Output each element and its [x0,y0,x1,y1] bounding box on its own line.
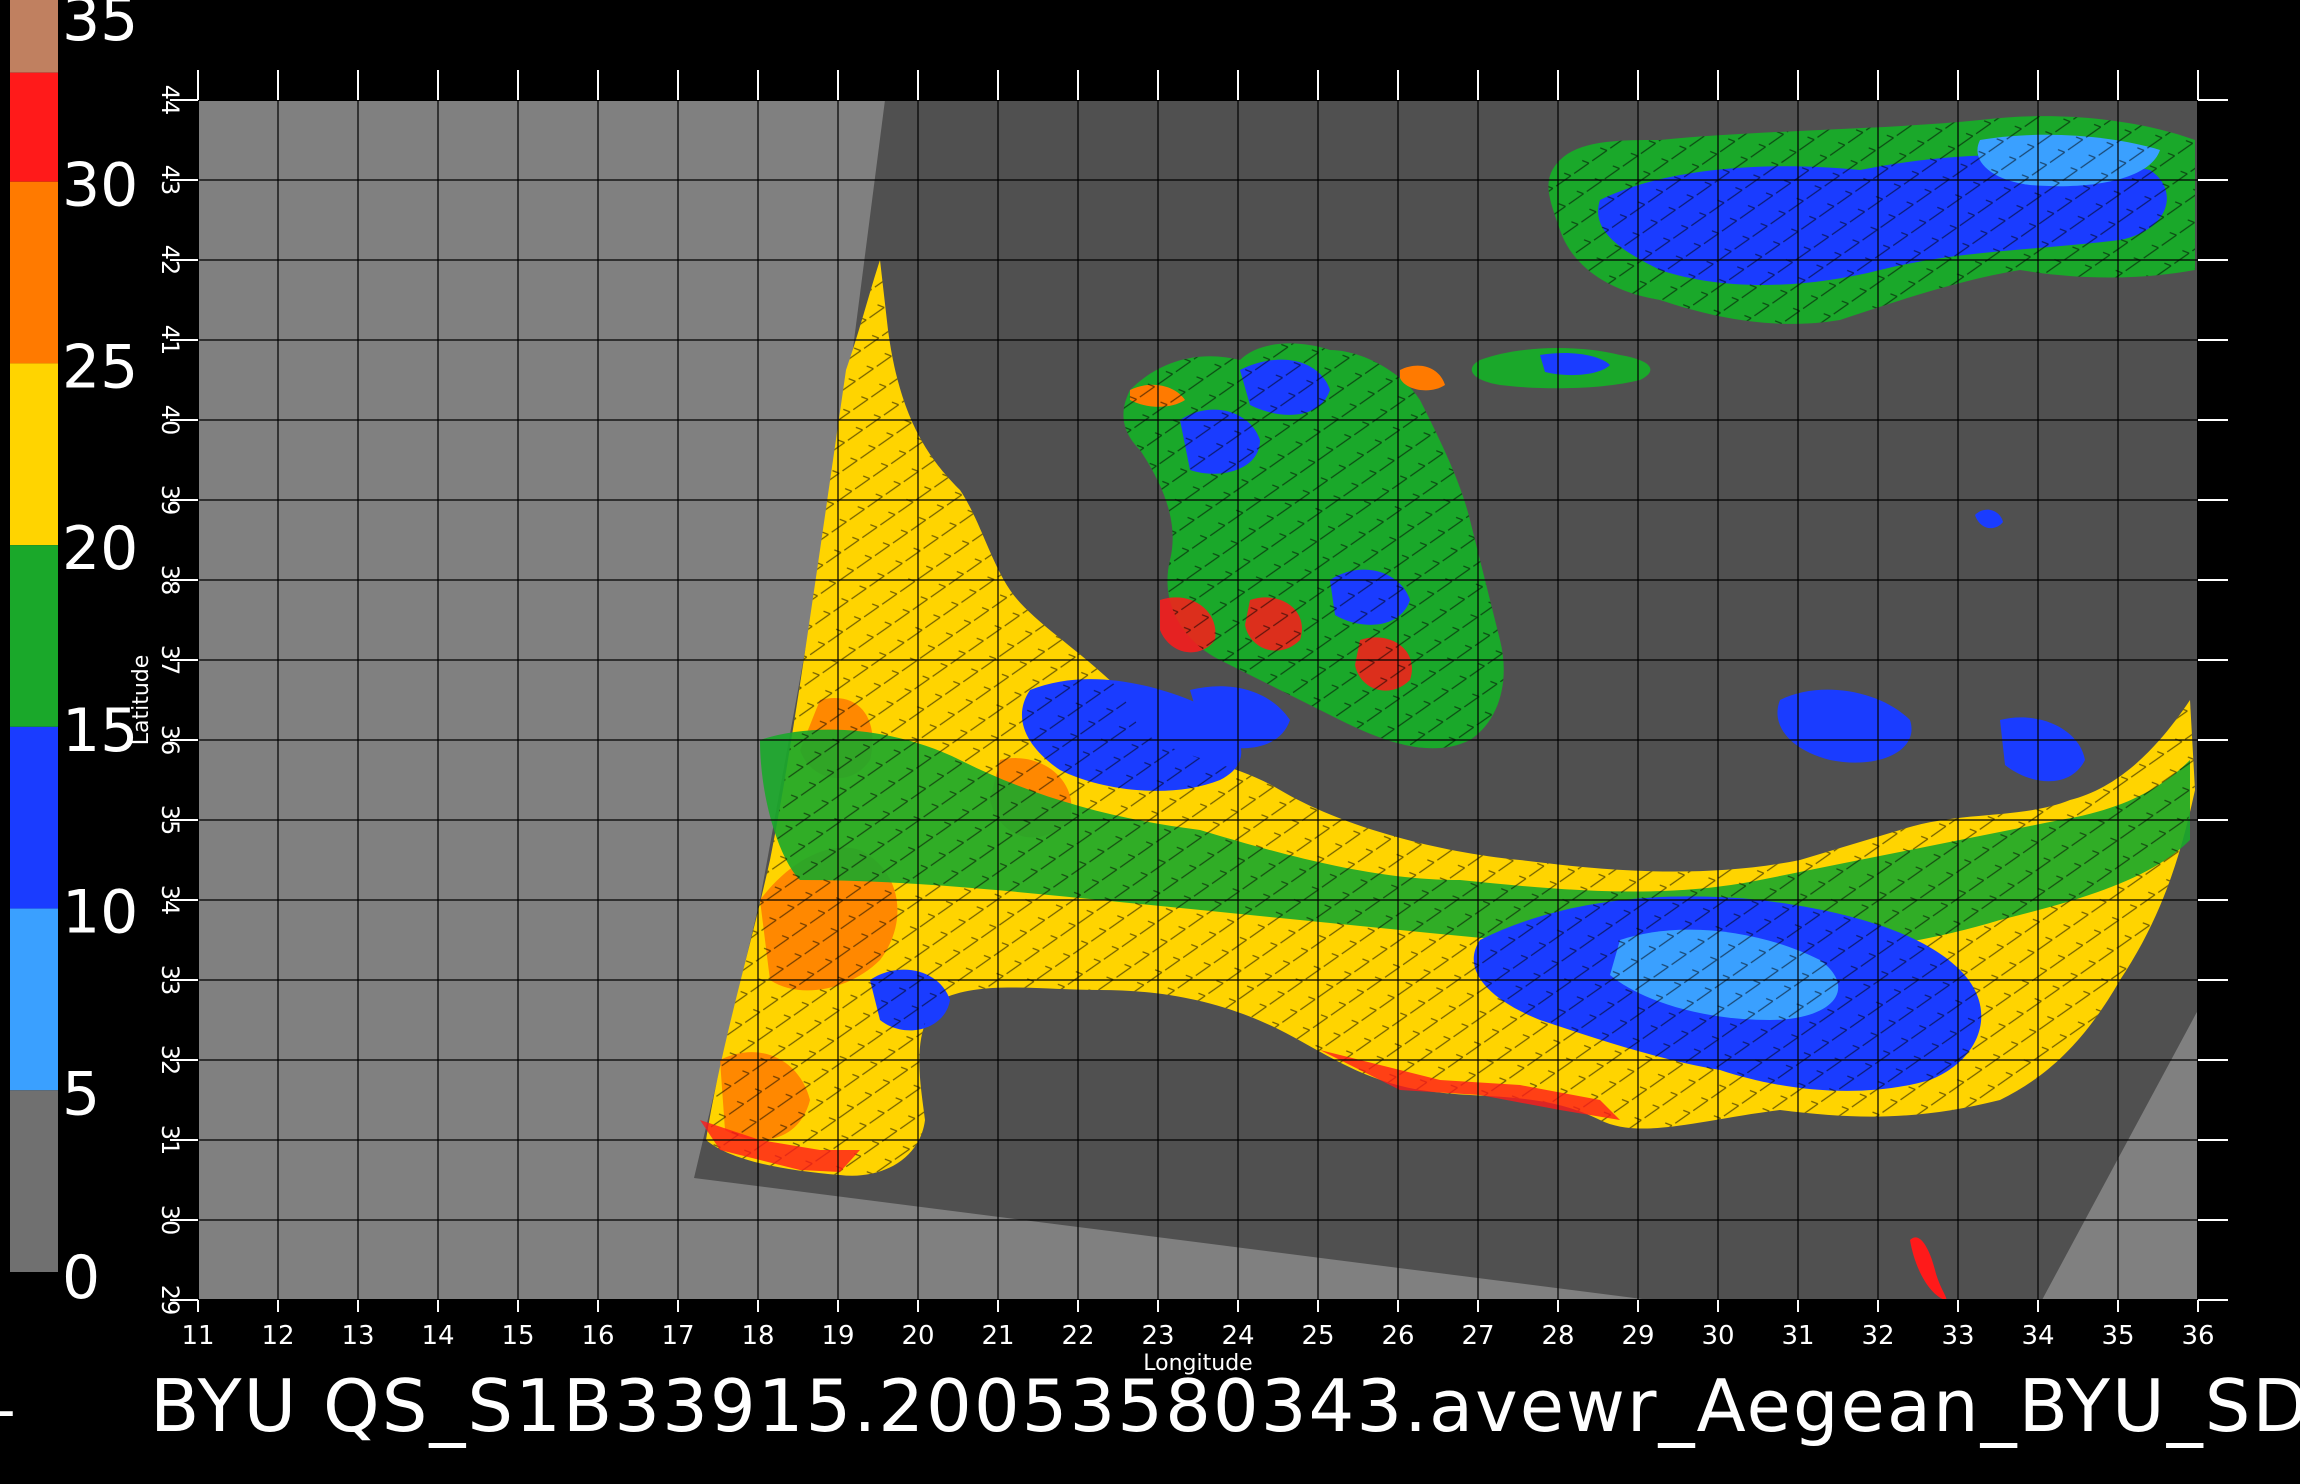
x-tick-label-21: 21 [981,1321,1014,1351]
y-tick-label-30: 30 [156,1205,184,1236]
y-tick-label-43: 43 [156,165,184,196]
x-tick-label-30: 30 [1701,1321,1734,1351]
colorbar-label-15: 15 [62,696,138,766]
y-tick-label-32: 32 [156,1045,184,1076]
colorbar-segment-1 [10,72,58,182]
y-tick-label-38: 38 [156,565,184,596]
y-tick-label-34: 34 [156,885,184,916]
colorbar-label-30: 30 [62,151,138,221]
plot-area [198,100,2198,1300]
x-tick-label-27: 27 [1461,1321,1494,1351]
y-tick-labels: 29 30 31 32 33 34 35 36 37 38 39 40 41 42 43 44 [156,85,184,1316]
colorbar-segment-0 [10,0,58,73]
y-axis-label: Latitude [129,655,154,746]
colorbar-label-25: 25 [62,332,138,402]
x-tick-label-33: 33 [1941,1321,1974,1351]
colorbar-segment-3 [10,363,58,546]
x-tick-label-32: 32 [1861,1321,1894,1351]
colorbar-segment-6 [10,908,58,1091]
colorbar-label-0: 0 [62,1243,100,1313]
y-tick-label-39: 39 [156,485,184,516]
figure: 35 30 25 20 15 10 5 0 11 12 13 14 15 16 … [0,0,2300,1480]
x-tick-label-31: 31 [1781,1321,1814,1351]
colorbar-segment-5 [10,726,58,909]
y-tick-label-31: 31 [156,1125,184,1156]
colorbar-label-35: 35 [62,0,138,55]
x-tick-label-19: 19 [821,1321,854,1351]
x-tick-label-23: 23 [1141,1321,1174,1351]
y-tick-label-35: 35 [156,805,184,836]
colorbar-labels: 35 30 25 20 15 10 5 0 [62,0,138,1313]
colorbar-label-20: 20 [62,514,138,584]
x-tick-label-34: 34 [2021,1321,2054,1351]
x-tick-label-26: 26 [1381,1321,1414,1351]
x-tick-labels: 11 12 13 14 15 16 17 18 19 20 21 22 23 24 25 26 27 28 29 30… [181,1321,2214,1351]
x-tick-label-29: 29 [1621,1321,1654,1351]
x-tick-label-14: 14 [421,1321,454,1351]
x-tick-label-12: 12 [261,1321,294,1351]
colorbar-label-10: 10 [62,878,138,948]
x-tick-label-28: 28 [1541,1321,1574,1351]
colorbar-segment-2 [10,181,58,364]
x-tick-label-22: 22 [1061,1321,1094,1351]
wind-speed-map: 35 30 25 20 15 10 5 0 11 12 13 14 15 16 17 18 1… [10,0,2228,1376]
y-tick-label-29: 29 [156,1285,184,1316]
image-caption: BYU QS_S1B33915.20053580343.avewr_Aegean… [150,1364,2300,1448]
y-tick-label-36: 36 [156,725,184,756]
x-tick-label-20: 20 [901,1321,934,1351]
y-tick-label-37: 37 [156,645,184,676]
colorbar [10,0,58,1272]
left-edge-glyph: - [0,1380,16,1440]
x-tick-label-16: 16 [581,1321,614,1351]
y-tick-label-42: 42 [156,245,184,276]
colorbar-label-5: 5 [62,1059,100,1129]
x-tick-label-35: 35 [2101,1321,2134,1351]
x-tick-label-25: 25 [1301,1321,1334,1351]
colorbar-segment-4 [10,545,58,727]
x-tick-label-18: 18 [741,1321,774,1351]
x-tick-label-13: 13 [341,1321,374,1351]
y-tick-label-44: 44 [156,85,184,116]
x-tick-label-24: 24 [1221,1321,1254,1351]
y-tick-label-40: 40 [156,405,184,436]
colorbar-segment-7 [10,1090,58,1272]
y-tick-label-33: 33 [156,965,184,996]
y-tick-label-41: 41 [156,325,184,356]
x-tick-label-11: 11 [181,1321,214,1351]
x-tick-label-15: 15 [501,1321,534,1351]
x-tick-label-17: 17 [661,1321,694,1351]
x-tick-label-36: 36 [2181,1321,2214,1351]
